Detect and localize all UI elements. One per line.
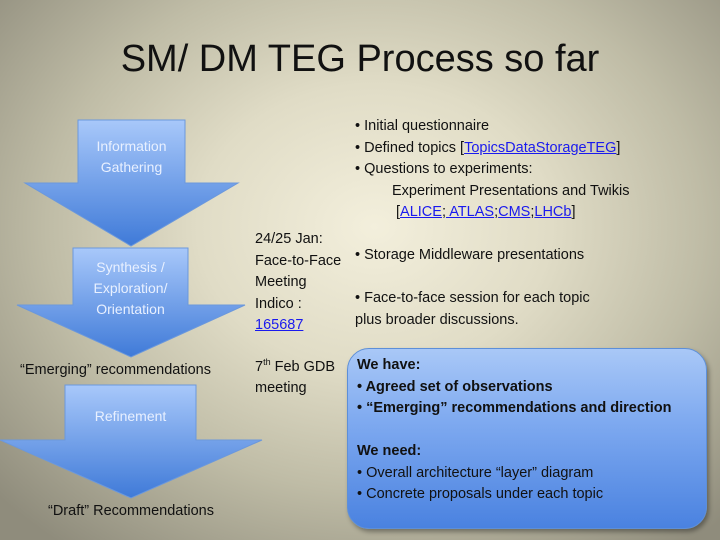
have-heading: We have: (357, 357, 421, 373)
step-label-information-gathering: Information Gathering (96, 138, 167, 175)
sub-line: Experiment Presentations and Twikis (392, 182, 630, 199)
list-item: • Face-to-face session for each topic (355, 290, 590, 306)
lhcb-link[interactable]: LHCb (534, 204, 571, 220)
list-item: • Agreed set of observations (357, 378, 553, 395)
status-box: We have: • Agreed set of observations • … (347, 348, 707, 529)
gdb-meeting: 7th Feb GDB meeting (255, 357, 336, 397)
step-label-refinement: Refinement (94, 408, 167, 424)
indico-link[interactable]: 165687 (255, 317, 303, 333)
arrow-refinement (0, 384, 263, 499)
cms-link[interactable]: CMS (498, 204, 530, 220)
list-item: • Initial questionnaire (355, 118, 490, 134)
f2f-list: • Storage Middleware presentations • Fac… (355, 247, 590, 328)
outcome-emerging: “Emerging” recommendations (20, 362, 211, 378)
need-heading: We need: (357, 443, 422, 459)
info-gathering-list: • Initial questionnaire • Defined topics… (355, 116, 630, 224)
step-label-synthesis: Synthesis / Exploration/ Orientation (93, 259, 168, 317)
list-item: • Defined topics [TopicsDataStorageTEG] (355, 139, 621, 156)
topics-link[interactable]: TopicsDataStorageTEG (464, 140, 616, 156)
list-item: • Questions to experiments: (355, 161, 533, 177)
list-item: • Storage Middleware presentations (355, 247, 585, 263)
meeting-info: 24/25 Jan: Face-to-Face Meeting Indico :… (255, 231, 342, 333)
list-item: • Concrete proposals under each topic (357, 486, 604, 502)
list-item: • Overall architecture “layer” diagram (357, 464, 594, 481)
outcome-draft: “Draft” Recommendations (48, 503, 214, 519)
atlas-link[interactable]: ATLAS (446, 204, 494, 220)
alice-link[interactable]: ALICE (400, 204, 442, 220)
experiment-links: [ALICE; ATLAS;CMS;LHCb] (396, 204, 576, 220)
list-item: • “Emerging” recommendations and directi… (357, 400, 672, 416)
